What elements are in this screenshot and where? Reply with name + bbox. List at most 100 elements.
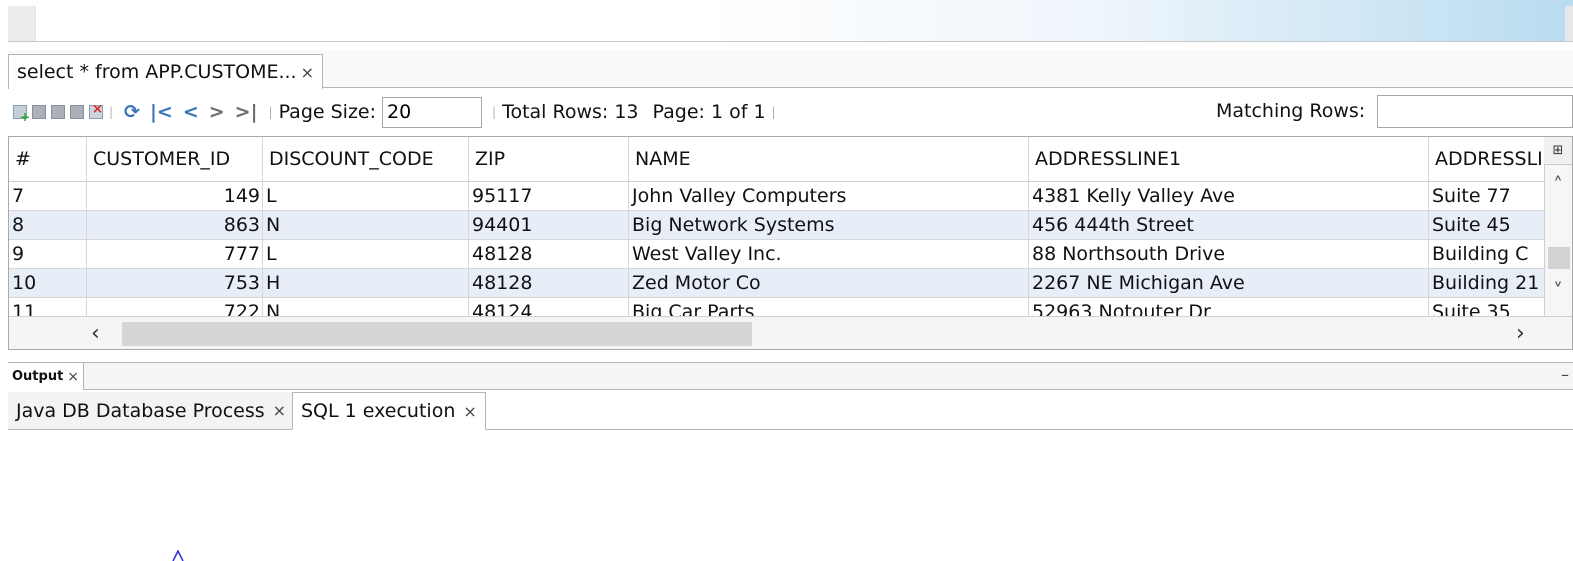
divider bbox=[8, 41, 1573, 42]
insert-record-icon[interactable] bbox=[13, 105, 30, 124]
tab-output[interactable]: Output × bbox=[8, 363, 85, 390]
name-cell[interactable]: West Valley Inc. bbox=[629, 240, 1029, 269]
discount-code-cell[interactable]: L bbox=[263, 240, 469, 269]
column-header[interactable]: ZIP bbox=[469, 137, 629, 182]
zip-cell[interactable]: 48128 bbox=[469, 269, 629, 298]
last-page-icon[interactable]: >| bbox=[235, 101, 258, 123]
tab-java-db-process[interactable]: Java DB Database Process × bbox=[8, 392, 296, 429]
separator: | bbox=[492, 105, 497, 119]
customer-id-cell[interactable]: 149 bbox=[87, 182, 263, 211]
separator: | bbox=[771, 105, 776, 119]
close-icon[interactable]: × bbox=[273, 401, 286, 420]
tab-label: SQL 1 execution bbox=[301, 400, 456, 422]
column-chooser-icon[interactable]: ⊞ bbox=[1544, 137, 1572, 165]
customer-id-cell[interactable]: 777 bbox=[87, 240, 263, 269]
scroll-thumb[interactable] bbox=[1548, 247, 1570, 269]
column-header[interactable]: ADDRESSLI bbox=[1429, 137, 1544, 182]
matching-rows-label: Matching Rows: bbox=[1216, 100, 1366, 122]
caret-icon bbox=[172, 550, 184, 561]
column-header[interactable]: NAME bbox=[629, 137, 1029, 182]
tab-label: Java DB Database Process bbox=[16, 399, 265, 422]
row-number: 7 bbox=[9, 182, 87, 211]
scroll-up-icon[interactable]: ˄ bbox=[1544, 173, 1572, 197]
commit-icon[interactable] bbox=[51, 105, 65, 119]
first-page-icon[interactable]: |< bbox=[150, 101, 173, 123]
cancel-edits-icon[interactable] bbox=[70, 105, 84, 119]
editor-tab-bar: select * from APP.CUSTOME... × bbox=[8, 50, 1573, 89]
addressline2-cell[interactable]: Suite 77 bbox=[1429, 182, 1544, 211]
row-number: 9 bbox=[9, 240, 87, 269]
vertical-scrollbar[interactable]: ⊞ ˄ ˅ bbox=[1544, 137, 1572, 316]
row-number: 10 bbox=[9, 269, 87, 298]
name-cell[interactable]: John Valley Computers bbox=[629, 182, 1029, 211]
discount-code-cell[interactable]: H bbox=[263, 269, 469, 298]
delete-rows-icon[interactable] bbox=[32, 105, 46, 119]
discount-code-cell[interactable]: N bbox=[263, 298, 469, 316]
output-tab-bar: Output × – bbox=[8, 362, 1573, 390]
name-cell[interactable]: Zed Motor Co bbox=[629, 269, 1029, 298]
horizontal-scrollbar[interactable]: ‹ › bbox=[9, 316, 1572, 349]
zip-cell[interactable]: 95117 bbox=[469, 182, 629, 211]
addressline2-cell[interactable]: Building C bbox=[1429, 240, 1544, 269]
matching-rows-input[interactable] bbox=[1377, 95, 1573, 128]
page-size-label: Page Size: bbox=[278, 101, 377, 123]
page-indicator: Page: 1 of 1 bbox=[652, 101, 766, 123]
addressline1-cell[interactable]: 4381 Kelly Valley Ave bbox=[1029, 182, 1429, 211]
zip-cell[interactable]: 94401 bbox=[469, 211, 629, 240]
left-handle bbox=[8, 6, 36, 42]
close-icon[interactable]: × bbox=[463, 402, 476, 421]
addressline2-cell[interactable]: Suite 35 bbox=[1429, 298, 1544, 316]
addressline1-cell[interactable]: 2267 NE Michigan Ave bbox=[1029, 269, 1429, 298]
previous-page-icon[interactable]: < bbox=[183, 101, 199, 123]
right-handle bbox=[1565, 6, 1573, 42]
column-header[interactable]: # bbox=[9, 137, 87, 182]
addressline1-cell[interactable]: 52963 Notouter Dr bbox=[1029, 298, 1429, 316]
zip-cell[interactable]: 48128 bbox=[469, 240, 629, 269]
addressline2-cell[interactable]: Suite 45 bbox=[1429, 211, 1544, 240]
tab-sql-execution[interactable]: SQL 1 execution × bbox=[292, 392, 486, 430]
column-header[interactable]: ADDRESSLINE1 bbox=[1029, 137, 1429, 182]
table-row[interactable]: 9 777 L 48128 West Valley Inc. 88 Norths… bbox=[9, 240, 1544, 269]
scroll-thumb[interactable] bbox=[122, 322, 752, 346]
table-row[interactable]: 10 753 H 48128 Zed Motor Co 2267 NE Mich… bbox=[9, 269, 1544, 298]
output-sub-tab-bar: Java DB Database Process × SQL 1 executi… bbox=[8, 392, 1573, 430]
tab-output-label: Output bbox=[12, 369, 64, 384]
results-toolbar: | ⟳ |< < > >| | Page Size: | Total Rows:… bbox=[8, 94, 1573, 130]
table-body: 7 149 L 95117 John Valley Computers 4381… bbox=[9, 182, 1544, 316]
discount-code-cell[interactable]: N bbox=[263, 211, 469, 240]
minimize-icon[interactable]: – bbox=[1561, 365, 1569, 384]
column-header[interactable]: CUSTOMER_ID bbox=[87, 137, 263, 182]
tab-sql-query-label: select * from APP.CUSTOME... bbox=[17, 61, 297, 83]
tab-sql-query[interactable]: select * from APP.CUSTOME... × bbox=[8, 54, 323, 89]
scroll-left-icon[interactable]: ‹ bbox=[91, 321, 100, 346]
close-icon[interactable]: × bbox=[301, 63, 314, 82]
page-size-input[interactable] bbox=[382, 96, 483, 128]
top-area bbox=[0, 0, 1573, 42]
total-rows-label: Total Rows: 13 bbox=[502, 101, 639, 123]
close-icon[interactable]: × bbox=[67, 369, 79, 385]
table-header: # CUSTOMER_ID DISCOUNT_CODE ZIP NAME ADD… bbox=[9, 137, 1544, 182]
truncate-table-icon[interactable] bbox=[89, 102, 103, 119]
table-row[interactable]: 7 149 L 95117 John Valley Computers 4381… bbox=[9, 182, 1544, 211]
zip-cell[interactable]: 48124 bbox=[469, 298, 629, 316]
customer-id-cell[interactable]: 753 bbox=[87, 269, 263, 298]
table-row[interactable]: 8 863 N 94401 Big Network Systems 456 44… bbox=[9, 211, 1544, 240]
row-number: 11 bbox=[9, 298, 87, 316]
separator: | bbox=[268, 105, 273, 119]
next-page-icon[interactable]: > bbox=[209, 101, 225, 123]
addressline1-cell[interactable]: 88 Northsouth Drive bbox=[1029, 240, 1429, 269]
customer-id-cell[interactable]: 863 bbox=[87, 211, 263, 240]
name-cell[interactable]: Big Car Parts bbox=[629, 298, 1029, 316]
scroll-down-icon[interactable]: ˅ bbox=[1544, 279, 1572, 303]
scroll-right-icon[interactable]: › bbox=[1516, 321, 1525, 346]
column-header[interactable]: DISCOUNT_CODE bbox=[263, 137, 469, 182]
row-number: 8 bbox=[9, 211, 87, 240]
refresh-icon[interactable]: ⟳ bbox=[124, 101, 140, 123]
customer-id-cell[interactable]: 722 bbox=[87, 298, 263, 316]
name-cell[interactable]: Big Network Systems bbox=[629, 211, 1029, 240]
separator: | bbox=[109, 105, 114, 119]
addressline2-cell[interactable]: Building 21 bbox=[1429, 269, 1544, 298]
addressline1-cell[interactable]: 456 444th Street bbox=[1029, 211, 1429, 240]
table-row[interactable]: 11 722 N 48124 Big Car Parts 52963 Notou… bbox=[9, 298, 1544, 316]
discount-code-cell[interactable]: L bbox=[263, 182, 469, 211]
